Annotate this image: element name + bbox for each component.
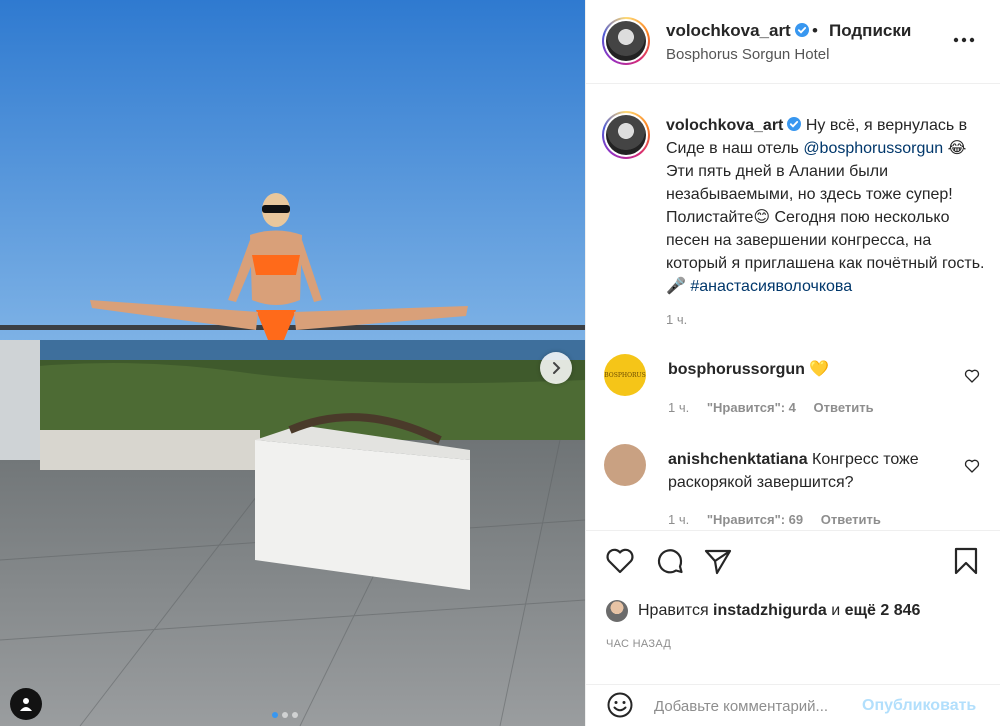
comment-username[interactable]: anishchenktatiana — [668, 451, 808, 468]
comment-avatar[interactable]: BOSPHORUS — [604, 354, 646, 396]
post-actions — [586, 530, 1000, 592]
author-username[interactable]: volochkova_art — [666, 21, 809, 41]
publish-comment-button[interactable]: Опубликовать — [862, 697, 976, 715]
post-timestamp[interactable]: ЧАС НАЗАД — [606, 638, 671, 650]
comment-meta: 1 ч. "Нравится": 4 Ответить — [668, 400, 888, 415]
comment-time[interactable]: 1 ч. — [668, 400, 689, 415]
heart-icon[interactable] — [964, 368, 980, 384]
add-comment-input[interactable] — [654, 693, 854, 719]
comment-body: 💛 — [804, 361, 830, 378]
brand-logo: BOSPHORUS — [604, 371, 646, 379]
comment-text: bosphorussorgun 💛 — [668, 358, 958, 381]
verified-icon — [794, 23, 809, 37]
post-side-panel: volochkova_art • Подписки Bosphorus Sorg… — [585, 0, 1000, 726]
user-tag-icon — [20, 698, 32, 711]
caption-time[interactable]: 1 ч. — [666, 312, 687, 327]
likes-count[interactable]: ещё 2 846 — [845, 602, 921, 619]
post-caption: volochkova_art Ну всё, я вернулась в Сид… — [586, 84, 1000, 332]
next-photo-button[interactable] — [540, 352, 572, 384]
tagged-users-button[interactable] — [10, 688, 42, 720]
caption-text: volochkova_art Ну всё, я вернулась в Сид… — [666, 114, 986, 298]
likes-prefix: Нравится — [638, 602, 714, 619]
add-comment-bar: Опубликовать — [586, 684, 1000, 726]
likes-text: Нравится instadzhigurda и ещё 2 846 — [638, 602, 920, 620]
post-photo[interactable] — [0, 0, 585, 726]
comment-likes[interactable]: "Нравится": 4 — [707, 400, 796, 415]
following-button[interactable]: Подписки — [829, 21, 911, 41]
more-icon[interactable] — [950, 30, 978, 50]
liker-avatar[interactable] — [606, 600, 628, 622]
verified-icon — [787, 117, 802, 131]
comment-avatar[interactable] — [604, 444, 646, 486]
chevron-right-icon — [553, 362, 561, 374]
carousel-dot — [272, 712, 278, 718]
liker-username[interactable]: instadzhigurda — [713, 602, 827, 619]
carousel-dot — [282, 712, 288, 718]
reply-button[interactable]: Ответить — [821, 512, 881, 527]
caption-hashtag-link[interactable]: #анастасияволочкова — [690, 278, 852, 295]
emoji-icon[interactable] — [606, 691, 634, 719]
location-link[interactable]: Bosphorus Sorgun Hotel — [666, 46, 829, 63]
carousel-dot — [292, 712, 298, 718]
comment-meta: 1 ч. "Нравится": 69 Ответить — [668, 512, 895, 527]
comment-time[interactable]: 1 ч. — [668, 512, 689, 527]
reply-button[interactable]: Ответить — [814, 400, 874, 415]
comment-likes[interactable]: "Нравится": 69 — [707, 512, 803, 527]
carousel-dots — [272, 712, 298, 718]
caption-author-avatar[interactable] — [602, 111, 650, 159]
likes-conjunction: и — [826, 602, 845, 619]
comment-item: anishchenktatiana Конгресс тоже раскоряк… — [586, 434, 1000, 530]
heart-icon[interactable] — [964, 458, 980, 474]
comment-icon[interactable] — [654, 545, 686, 577]
bookmark-icon[interactable] — [950, 545, 982, 577]
author-username-text[interactable]: volochkova_art — [666, 21, 791, 40]
caption-username[interactable]: volochkova_art — [666, 117, 783, 134]
avatar — [606, 115, 646, 155]
comment-item: BOSPHORUS bosphorussorgun 💛 1 ч. "Нравит… — [586, 344, 1000, 434]
caption-mention-link[interactable]: @bosphorussorgun — [803, 140, 943, 157]
caption-body-part2: 😂 Эти пять дней в Алании были незабываем… — [666, 140, 985, 295]
avatar — [606, 21, 646, 61]
photo-scene — [0, 0, 585, 726]
heart-icon[interactable] — [604, 545, 636, 577]
comment-username[interactable]: bosphorussorgun — [668, 361, 805, 378]
post-header: volochkova_art • Подписки Bosphorus Sorg… — [586, 0, 1000, 84]
header-separator: • — [812, 21, 818, 40]
share-icon[interactable] — [702, 545, 734, 577]
author-avatar[interactable] — [602, 17, 650, 65]
comment-text: anishchenktatiana Конгресс тоже раскоряк… — [668, 448, 958, 494]
likes-summary: Нравится instadzhigurda и ещё 2 846 — [586, 594, 1000, 630]
